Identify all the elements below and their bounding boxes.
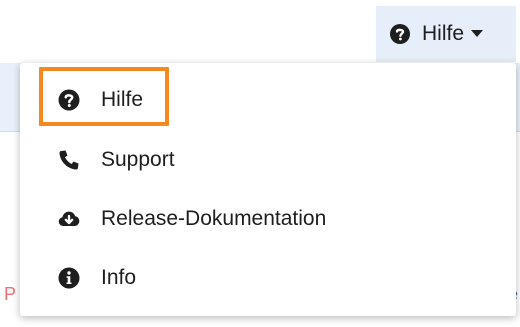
menu-item-support[interactable]: Support [20, 135, 516, 185]
menu-item-label: Info [101, 266, 137, 289]
menu-item-info[interactable]: Info [20, 253, 516, 303]
menu-item-label: Release-Dokumentation [101, 207, 327, 230]
cloud-download-icon [58, 211, 80, 226]
help-menu-label: Hilfe [422, 22, 465, 45]
background-text-fragment-left: P [4, 284, 17, 304]
menu-item-label: Hilfe [101, 88, 144, 111]
question-circle-icon [390, 24, 410, 44]
phone-icon [59, 150, 79, 170]
help-menu-button[interactable]: Hilfe [376, 6, 516, 62]
info-circle-icon [58, 267, 80, 289]
help-dropdown-menu: Hilfe Support Release-Dokumentation Info [20, 63, 516, 316]
question-circle-icon [58, 89, 80, 111]
menu-item-label: Support [101, 148, 175, 171]
caret-down-icon [471, 30, 484, 37]
menu-item-hilfe[interactable]: Hilfe [20, 75, 516, 125]
menu-item-release-dokumentation[interactable]: Release-Dokumentation [20, 194, 516, 244]
